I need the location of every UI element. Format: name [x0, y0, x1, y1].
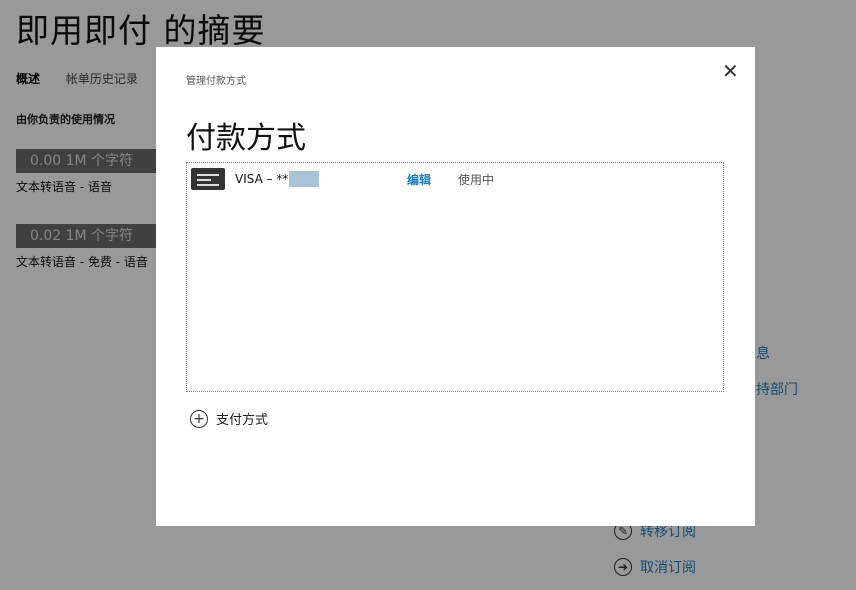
- edit-payment-link[interactable]: 编辑: [407, 171, 431, 188]
- add-payment-label: 支付方式: [216, 413, 269, 428]
- card-name: VISA – **: [235, 172, 289, 186]
- card-number-mask: [289, 171, 320, 187]
- credit-card-icon: [191, 168, 225, 190]
- close-icon[interactable]: ✕: [722, 59, 739, 83]
- dialog-subtitle: 管理付款方式: [186, 76, 246, 87]
- payment-method-list: VISA – ** 编辑 使用中: [186, 162, 724, 392]
- payment-status: 使用中: [458, 172, 495, 187]
- manage-payment-dialog: 管理付款方式 ✕ 付款方式 VISA – ** 编辑 使用中 + 支付方式: [156, 47, 755, 526]
- dialog-heading: 付款方式: [186, 121, 306, 156]
- add-payment-method-button[interactable]: + 支付方式: [190, 409, 268, 428]
- payment-method-row[interactable]: VISA – ** 编辑 使用中: [191, 167, 719, 191]
- plus-circle-icon: +: [190, 409, 208, 428]
